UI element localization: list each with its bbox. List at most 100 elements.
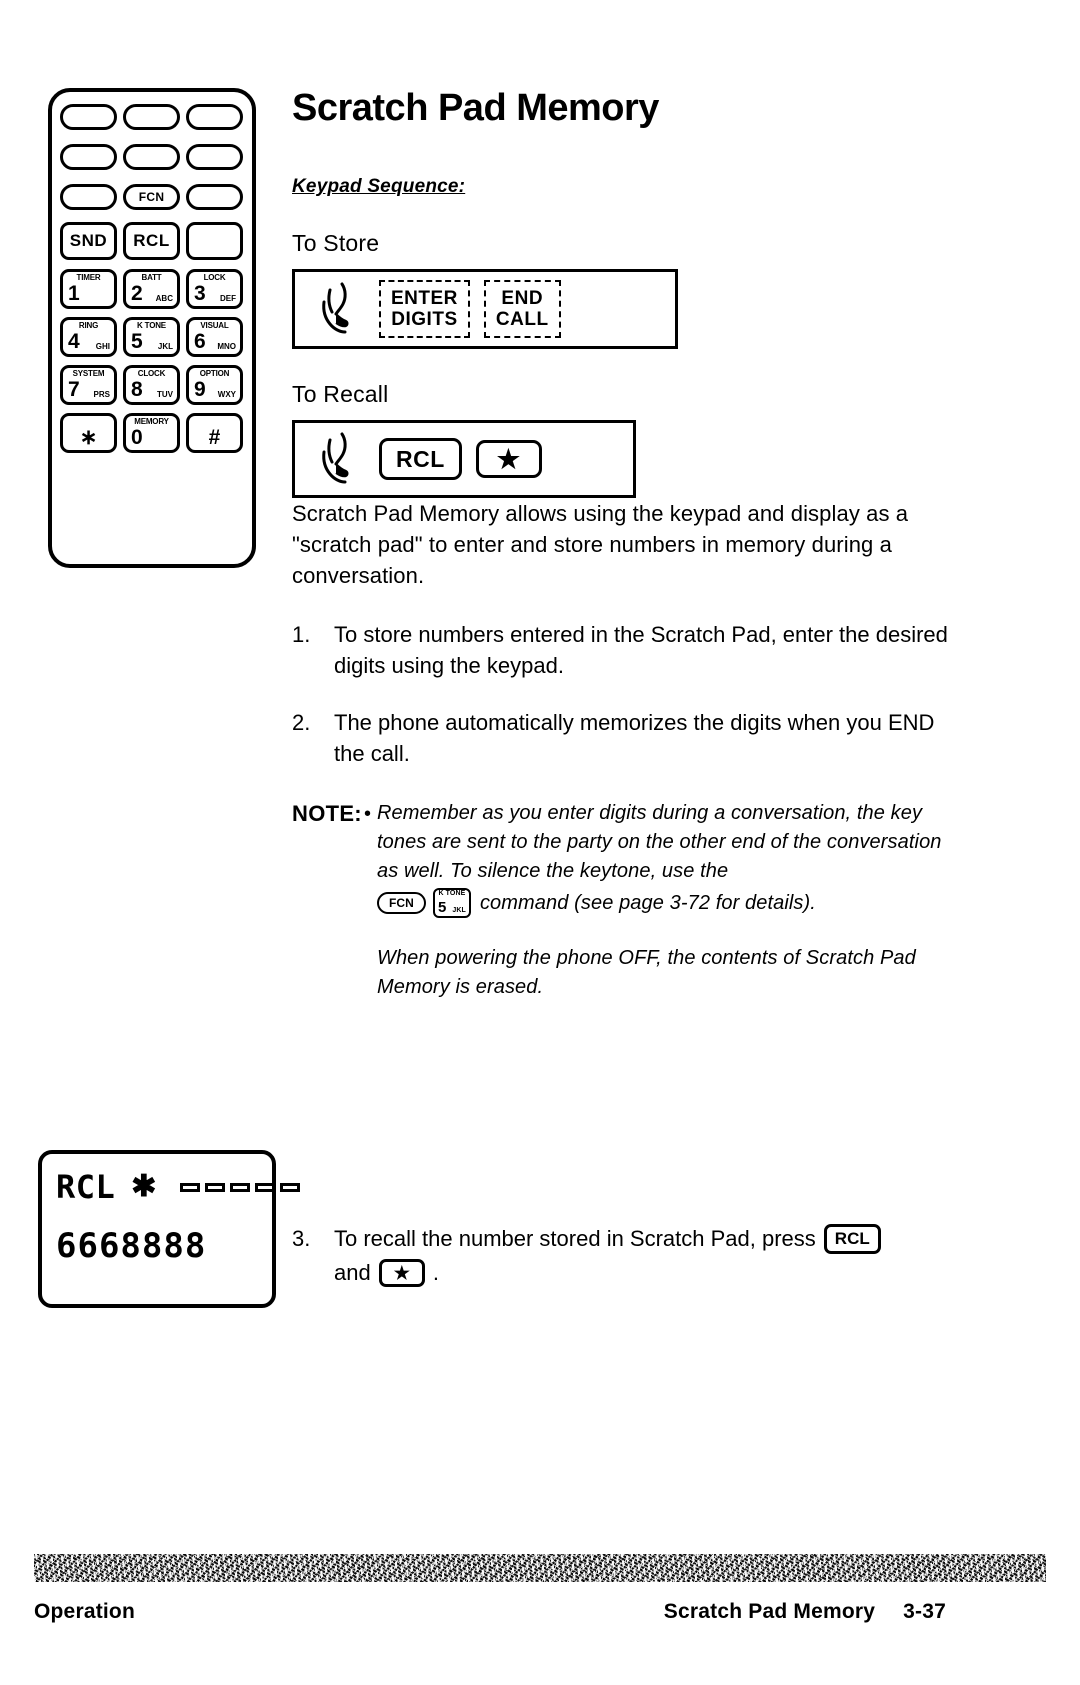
enter-digits-step: ENTER DIGITS <box>379 280 470 338</box>
key-2-function-label: BATT <box>141 273 162 282</box>
lcd-status-row: RCL ✱ <box>56 1164 301 1210</box>
number-key-slot: LOCK 3 DEF <box>186 268 243 310</box>
step-1-number: 1. <box>292 622 311 647</box>
list-item: 1. To store numbers entered in the Scrat… <box>292 619 952 681</box>
step-1-text: To store numbers entered in the Scratch … <box>334 622 948 678</box>
key-5-icon-function-label: K TONE <box>438 890 466 897</box>
key-4-function-label: RING <box>78 321 99 330</box>
to-store-label: To Store <box>292 230 380 256</box>
soft-key-3[interactable] <box>186 104 243 130</box>
key-star-digit: ∗ <box>79 426 98 449</box>
pointing-finger-icon <box>307 278 365 340</box>
key-pound-digit: # <box>208 426 221 449</box>
key-6-digit: 6 <box>194 330 206 353</box>
soft-key-9[interactable] <box>186 184 243 210</box>
key-6-function-label: VISUAL <box>200 321 229 330</box>
lcd-segment <box>180 1182 201 1192</box>
key-7-function-label: SYSTEM <box>72 369 105 378</box>
number-key-slot: RING 4 GHI <box>60 316 117 358</box>
number-key-slot: CLOCK 8 TUV <box>123 364 180 406</box>
soft-key-1[interactable] <box>60 104 117 130</box>
soft-key-7[interactable] <box>60 184 117 210</box>
number-key-slot: TIMER 1 <box>60 268 117 310</box>
key-6[interactable]: VISUAL 6 MNO <box>186 317 243 357</box>
key-pound[interactable]: # <box>186 413 243 453</box>
rcl-key[interactable]: RCL <box>123 222 180 260</box>
enter-digits-line2: DIGITS <box>391 309 458 330</box>
key-9-letters: WXY <box>217 390 236 399</box>
key-6-letters: MNO <box>217 342 236 351</box>
end-call-step: END CALL <box>483 280 561 338</box>
key-3[interactable]: LOCK 3 DEF <box>186 269 243 309</box>
number-key-slot: ∗ <box>60 412 117 454</box>
soft-key-4[interactable] <box>60 144 117 170</box>
recall-sequence-box: RCL ★ <box>292 420 636 498</box>
step-2-text: The phone automatically memorizes the di… <box>334 710 935 766</box>
end-call-line1: END <box>501 288 544 309</box>
key-1-digit: 1 <box>68 282 80 305</box>
key-2-digit: 2 <box>131 282 143 305</box>
soft-key-6[interactable] <box>186 144 243 170</box>
key-7[interactable]: SYSTEM 7 PRS <box>60 365 117 405</box>
intro-paragraph: Scratch Pad Memory allows using the keyp… <box>292 501 909 588</box>
snd-key[interactable]: SND <box>60 222 117 260</box>
key-5-digit: 5 <box>131 330 143 353</box>
soft-key-slot: FCN <box>123 180 180 214</box>
soft-key-slot <box>186 100 243 134</box>
lcd-segment-indicators <box>180 1182 301 1192</box>
manual-page: FCN SND RCL TIMER 1 BATT 2 ABC LOCK 3 DE… <box>0 0 1080 1685</box>
lcd-asterisk-indicator: ✱ <box>131 1170 157 1203</box>
step-3-number: 3. <box>292 1226 311 1251</box>
blank-function-key[interactable] <box>186 222 243 260</box>
note-paragraph-1-after: command (see page 3-72 for details). <box>479 891 816 914</box>
key-8[interactable]: CLOCK 8 TUV <box>123 365 180 405</box>
fcn-key[interactable]: FCN <box>123 184 180 210</box>
enter-digits-line1: ENTER <box>391 288 458 309</box>
step-3-star-key-icon: ★ <box>378 1259 425 1287</box>
recall-star-key: ★ <box>475 440 542 478</box>
soft-key-2[interactable] <box>123 104 180 130</box>
soft-key-5[interactable] <box>123 144 180 170</box>
lcd-segment <box>255 1182 276 1192</box>
note-block: NOTE: • Remember as you enter digits dur… <box>292 799 952 1002</box>
key-1[interactable]: TIMER 1 <box>60 269 117 309</box>
number-key-slot: MEMORY 0 <box>123 412 180 454</box>
end-call-line2: CALL <box>495 309 549 330</box>
step-3-text-after: . <box>432 1260 439 1285</box>
note-paragraph-2: When powering the phone OFF, the content… <box>376 947 916 998</box>
recall-rcl-key: RCL <box>379 438 462 480</box>
page-title: Scratch Pad Memory <box>292 87 659 129</box>
lcd-display-illustration: RCL ✱ 6668888 <box>38 1150 301 1308</box>
page-footer: Operation Scratch Pad Memory 3-37 <box>34 1600 946 1624</box>
list-item: 2. The phone automatically memorizes the… <box>292 707 952 769</box>
key-star[interactable]: ∗ <box>60 413 117 453</box>
note-bullet: • <box>363 803 371 825</box>
step-3-line-1: 3. To recall the number stored in Scratc… <box>292 1222 952 1256</box>
soft-key-slot <box>186 180 243 214</box>
key-2[interactable]: BATT 2 ABC <box>123 269 180 309</box>
step-3-text-before: To recall the number stored in Scratch P… <box>334 1226 816 1251</box>
key-5-function-label: K TONE <box>137 321 166 330</box>
lcd-mode-text: RCL <box>56 1168 116 1206</box>
key-7-letters: PRS <box>93 390 110 399</box>
key-0[interactable]: MEMORY 0 <box>123 413 180 453</box>
pointing-finger-icon <box>307 428 365 490</box>
key-9[interactable]: OPTION 9 WXY <box>186 365 243 405</box>
step-3-text-mid: and <box>334 1260 371 1285</box>
keypad-sequence-heading: Keypad Sequence: <box>292 176 466 197</box>
step-3-block: 3. To recall the number stored in Scratc… <box>292 1222 952 1290</box>
footer-page-number: 3-37 <box>903 1600 946 1623</box>
key-5[interactable]: K TONE 5 JKL <box>123 317 180 357</box>
footer-left-label: Operation <box>34 1600 135 1623</box>
function-key-slot: SND <box>60 220 117 262</box>
note-label: NOTE: <box>292 801 362 826</box>
lcd-segment <box>280 1182 301 1192</box>
key-4[interactable]: RING 4 GHI <box>60 317 117 357</box>
footer-right: Scratch Pad Memory 3-37 <box>664 1600 946 1624</box>
footer-section-label: Scratch Pad Memory <box>663 1600 876 1623</box>
step-3-rcl-key-icon: RCL <box>823 1224 881 1254</box>
soft-key-slot <box>123 100 180 134</box>
key-5-icon-letters: JKL <box>452 907 466 914</box>
key-8-function-label: CLOCK <box>137 369 166 378</box>
number-key-slot: # <box>186 412 243 454</box>
